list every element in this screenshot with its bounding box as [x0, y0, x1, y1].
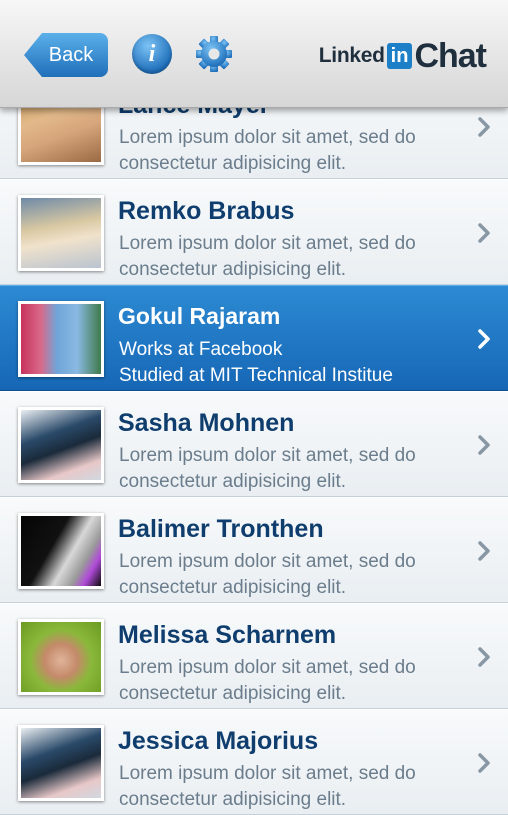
avatar	[18, 195, 104, 271]
info-icon[interactable]: i	[132, 34, 172, 74]
chevron-right-icon	[478, 541, 490, 561]
contact-summary: Works at Facebook Studied at MIT Technic…	[119, 337, 459, 389]
contact-name: Melissa Scharnem	[118, 621, 337, 649]
linkedin-chat-logo: Linked in Chat	[318, 37, 487, 75]
contact-line-1: Lorem ipsum dolor sit amet, sed do	[119, 551, 416, 572]
avatar	[18, 301, 104, 377]
contact-name: Balimer Tronthen	[118, 515, 324, 543]
contact-summary: Lorem ipsum dolor sit amet, sed do conse…	[119, 655, 459, 707]
avatar	[18, 407, 104, 483]
contact-summary: Lorem ipsum dolor sit amet, sed do conse…	[119, 761, 459, 813]
logo-linked-text: Linked	[318, 44, 385, 67]
contact-education: Studied at MIT Technical Institue	[119, 365, 393, 386]
chevron-right-icon	[478, 117, 490, 137]
contact-row[interactable]: Balimer Tronthen Lorem ipsum dolor sit a…	[0, 497, 508, 603]
avatar	[18, 619, 104, 695]
contact-row[interactable]: Sasha Mohnen Lorem ipsum dolor sit amet,…	[0, 391, 508, 497]
contact-summary: Lorem ipsum dolor sit amet, sed do conse…	[119, 125, 459, 177]
top-bar: Back i Linked in Chat	[0, 0, 508, 108]
contact-line-1: Lorem ipsum dolor sit amet, sed do	[119, 127, 416, 148]
gear-icon[interactable]	[194, 34, 234, 74]
contact-row-selected[interactable]: Gokul Rajaram Works at Facebook Studied …	[0, 285, 508, 391]
contact-line-2: consectetur adipisicing elit.	[119, 153, 347, 174]
contact-line-1: Lorem ipsum dolor sit amet, sed do	[119, 657, 416, 678]
contact-name: Jessica Majorius	[118, 727, 319, 755]
chevron-right-icon	[478, 435, 490, 455]
avatar	[18, 725, 104, 801]
chevron-right-icon	[478, 223, 490, 243]
contact-row[interactable]: Melissa Scharnem Lorem ipsum dolor sit a…	[0, 603, 508, 709]
contact-line-2: consectetur adipisicing elit.	[119, 683, 347, 704]
chevron-right-icon	[478, 329, 490, 349]
contact-summary: Lorem ipsum dolor sit amet, sed do conse…	[119, 443, 459, 495]
contact-row[interactable]: Remko Brabus Lorem ipsum dolor sit amet,…	[0, 179, 508, 285]
contact-line-2: consectetur adipisicing elit.	[119, 577, 347, 598]
contact-line-2: consectetur adipisicing elit.	[119, 789, 347, 810]
contact-row[interactable]: Jessica Majorius Lorem ipsum dolor sit a…	[0, 709, 508, 815]
chevron-right-icon	[478, 753, 490, 773]
contact-line-2: consectetur adipisicing elit.	[119, 471, 347, 492]
logo-chat-text: Chat	[414, 37, 487, 75]
contact-name: Remko Brabus	[118, 197, 295, 225]
logo-in-badge: in	[386, 43, 413, 69]
contact-list: Lance Mayer Lorem ipsum dolor sit amet, …	[0, 73, 508, 815]
contact-line-1: Lorem ipsum dolor sit amet, sed do	[119, 763, 416, 784]
contact-line-2: consectetur adipisicing elit.	[119, 259, 347, 280]
chevron-right-icon	[478, 647, 490, 667]
contact-name: Sasha Mohnen	[118, 409, 295, 437]
contact-work: Works at Facebook	[119, 339, 283, 360]
avatar	[18, 513, 104, 589]
contact-summary: Lorem ipsum dolor sit amet, sed do conse…	[119, 549, 459, 601]
back-button[interactable]: Back	[24, 33, 108, 77]
contact-summary: Lorem ipsum dolor sit amet, sed do conse…	[119, 231, 459, 283]
contact-line-1: Lorem ipsum dolor sit amet, sed do	[119, 445, 416, 466]
contact-name: Gokul Rajaram	[118, 303, 281, 329]
contact-line-1: Lorem ipsum dolor sit amet, sed do	[119, 233, 416, 254]
